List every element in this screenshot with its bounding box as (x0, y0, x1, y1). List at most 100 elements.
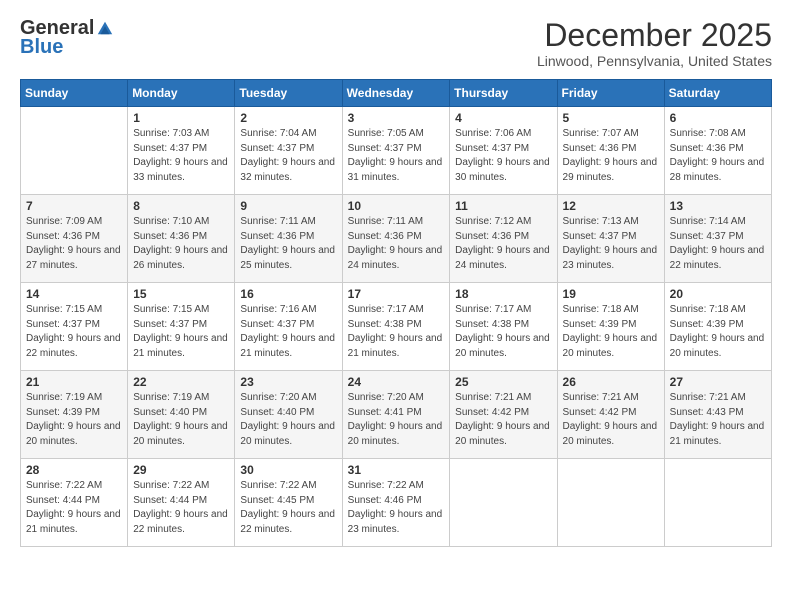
day-detail: Sunrise: 7:10 AMSunset: 4:36 PMDaylight:… (133, 215, 229, 273)
calendar-cell: 23Sunrise: 7:20 AMSunset: 4:40 PMDayligh… (235, 371, 342, 459)
day-number: 24 (348, 375, 445, 389)
day-number: 21 (26, 375, 122, 389)
day-detail: Sunrise: 7:21 AMSunset: 4:42 PMDaylight:… (455, 391, 551, 449)
calendar-cell: 20 Sunrise: 7:18 AMSunset: 4:39 PMDayligh… (664, 283, 771, 371)
calendar-cell: 26 Sunrise: 7:21 AMSunset: 4:42 PMDayligh… (557, 371, 664, 459)
day-number: 27 (670, 375, 766, 389)
day-number: 18 (455, 287, 551, 301)
day-detail: Sunrise: 7:19 AMSunset: 4:39 PMDaylight:… (26, 391, 122, 449)
calendar-header-tuesday: Tuesday (235, 80, 342, 107)
calendar-cell: 22 Sunrise: 7:19 AMSunset: 4:40 PMDayligh… (128, 371, 235, 459)
day-detail: Sunrise: 7:11 AMSunset: 4:36 PMDaylight:… (240, 215, 336, 273)
calendar-cell: 3 Sunrise: 7:05 AMSunset: 4:37 PMDaylight… (342, 107, 450, 195)
calendar-cell: 9 Sunrise: 7:11 AMSunset: 4:36 PMDaylight… (235, 195, 342, 283)
calendar-cell: 13 Sunrise: 7:14 AMSunset: 4:37 PMDayligh… (664, 195, 771, 283)
calendar-cell: 1Sunrise: 7:03 AMSunset: 4:37 PMDaylight… (128, 107, 235, 195)
calendar-cell: 25 Sunrise: 7:21 AMSunset: 4:42 PMDayligh… (450, 371, 557, 459)
day-detail: Sunrise: 7:22 AMSunset: 4:44 PMDaylight:… (133, 479, 229, 537)
calendar-cell (21, 107, 128, 195)
day-number: 3 (348, 111, 445, 125)
calendar-cell: 31Sunrise: 7:22 AMSunset: 4:46 PMDayligh… (342, 459, 450, 547)
calendar-cell: 8 Sunrise: 7:10 AMSunset: 4:36 PMDaylight… (128, 195, 235, 283)
calendar-cell: 15 Sunrise: 7:15 AMSunset: 4:37 PMDayligh… (128, 283, 235, 371)
calendar-cell: 10Sunrise: 7:11 AMSunset: 4:36 PMDayligh… (342, 195, 450, 283)
day-detail: Sunrise: 7:18 AMSunset: 4:39 PMDaylight:… (563, 303, 659, 361)
day-number: 30 (240, 463, 336, 477)
month-title: December 2025 (537, 18, 772, 53)
day-detail: Sunrise: 7:22 AMSunset: 4:44 PMDaylight:… (26, 479, 122, 537)
calendar-week-4: 21 Sunrise: 7:19 AMSunset: 4:39 PMDayligh… (21, 371, 772, 459)
day-number: 20 (670, 287, 766, 301)
logo-text: General (20, 18, 114, 38)
day-number: 2 (240, 111, 336, 125)
day-number: 6 (670, 111, 766, 125)
logo-icon (96, 19, 114, 37)
day-number: 8 (133, 199, 229, 213)
calendar-cell: 30 Sunrise: 7:22 AMSunset: 4:45 PMDayligh… (235, 459, 342, 547)
day-detail: Sunrise: 7:14 AMSunset: 4:37 PMDaylight:… (670, 215, 766, 273)
day-number: 13 (670, 199, 766, 213)
location: Linwood, Pennsylvania, United States (537, 53, 772, 69)
calendar-cell (557, 459, 664, 547)
day-detail: Sunrise: 7:20 AMSunset: 4:41 PMDaylight:… (348, 391, 445, 449)
day-detail: Sunrise: 7:17 AMSunset: 4:38 PMDaylight:… (455, 303, 551, 361)
calendar-header-friday: Friday (557, 80, 664, 107)
day-detail: Sunrise: 7:21 AMSunset: 4:42 PMDaylight:… (563, 391, 659, 449)
day-detail: Sunrise: 7:12 AMSunset: 4:36 PMDaylight:… (455, 215, 551, 273)
day-detail: Sunrise: 7:22 AMSunset: 4:46 PMDaylight:… (348, 479, 445, 537)
calendar-header-monday: Monday (128, 80, 235, 107)
calendar-cell (664, 459, 771, 547)
calendar-cell: 17 Sunrise: 7:17 AMSunset: 4:38 PMDayligh… (342, 283, 450, 371)
day-detail: Sunrise: 7:09 AMSunset: 4:36 PMDaylight:… (26, 215, 122, 273)
day-detail: Sunrise: 7:05 AMSunset: 4:37 PMDaylight:… (348, 127, 445, 185)
day-detail: Sunrise: 7:20 AMSunset: 4:40 PMDaylight:… (240, 391, 336, 449)
calendar-cell: 21 Sunrise: 7:19 AMSunset: 4:39 PMDayligh… (21, 371, 128, 459)
day-number: 17 (348, 287, 445, 301)
calendar-cell: 16 Sunrise: 7:16 AMSunset: 4:37 PMDayligh… (235, 283, 342, 371)
calendar-cell: 2 Sunrise: 7:04 AMSunset: 4:37 PMDaylight… (235, 107, 342, 195)
calendar-week-2: 7 Sunrise: 7:09 AMSunset: 4:36 PMDaylight… (21, 195, 772, 283)
day-number: 28 (26, 463, 122, 477)
day-detail: Sunrise: 7:08 AMSunset: 4:36 PMDaylight:… (670, 127, 766, 185)
day-number: 11 (455, 199, 551, 213)
day-number: 7 (26, 199, 122, 213)
day-number: 22 (133, 375, 229, 389)
calendar-cell: 19Sunrise: 7:18 AMSunset: 4:39 PMDayligh… (557, 283, 664, 371)
day-detail: Sunrise: 7:16 AMSunset: 4:37 PMDaylight:… (240, 303, 336, 361)
day-number: 15 (133, 287, 229, 301)
calendar-cell (450, 459, 557, 547)
day-detail: Sunrise: 7:17 AMSunset: 4:38 PMDaylight:… (348, 303, 445, 361)
calendar-header-sunday: Sunday (21, 80, 128, 107)
day-detail: Sunrise: 7:15 AMSunset: 4:37 PMDaylight:… (133, 303, 229, 361)
day-detail: Sunrise: 7:07 AMSunset: 4:36 PMDaylight:… (563, 127, 659, 185)
day-number: 26 (563, 375, 659, 389)
logo-general: General (20, 18, 94, 38)
day-detail: Sunrise: 7:04 AMSunset: 4:37 PMDaylight:… (240, 127, 336, 185)
day-number: 1 (133, 111, 229, 125)
calendar-cell: 4Sunrise: 7:06 AMSunset: 4:37 PMDaylight… (450, 107, 557, 195)
day-detail: Sunrise: 7:21 AMSunset: 4:43 PMDaylight:… (670, 391, 766, 449)
day-detail: Sunrise: 7:18 AMSunset: 4:39 PMDaylight:… (670, 303, 766, 361)
day-number: 5 (563, 111, 659, 125)
day-detail: Sunrise: 7:19 AMSunset: 4:40 PMDaylight:… (133, 391, 229, 449)
day-detail: Sunrise: 7:06 AMSunset: 4:37 PMDaylight:… (455, 127, 551, 185)
title-section: December 2025 Linwood, Pennsylvania, Uni… (537, 18, 772, 69)
day-number: 29 (133, 463, 229, 477)
calendar-header-row: SundayMondayTuesdayWednesdayThursdayFrid… (21, 80, 772, 107)
calendar-cell: 7 Sunrise: 7:09 AMSunset: 4:36 PMDaylight… (21, 195, 128, 283)
calendar-cell: 27 Sunrise: 7:21 AMSunset: 4:43 PMDayligh… (664, 371, 771, 459)
calendar-cell: 6 Sunrise: 7:08 AMSunset: 4:36 PMDaylight… (664, 107, 771, 195)
day-detail: Sunrise: 7:22 AMSunset: 4:45 PMDaylight:… (240, 479, 336, 537)
day-number: 16 (240, 287, 336, 301)
day-number: 25 (455, 375, 551, 389)
calendar-cell: 28 Sunrise: 7:22 AMSunset: 4:44 PMDayligh… (21, 459, 128, 547)
page: General Blue December 2025 Linwood, Penn… (0, 0, 792, 612)
calendar-cell: 12Sunrise: 7:13 AMSunset: 4:37 PMDayligh… (557, 195, 664, 283)
calendar-header-saturday: Saturday (664, 80, 771, 107)
calendar-cell: 14Sunrise: 7:15 AMSunset: 4:37 PMDayligh… (21, 283, 128, 371)
logo-blue-text: Blue (20, 36, 63, 59)
calendar-cell: 11 Sunrise: 7:12 AMSunset: 4:36 PMDayligh… (450, 195, 557, 283)
header: General Blue December 2025 Linwood, Penn… (20, 18, 772, 69)
day-number: 9 (240, 199, 336, 213)
calendar-cell: 18 Sunrise: 7:17 AMSunset: 4:38 PMDayligh… (450, 283, 557, 371)
